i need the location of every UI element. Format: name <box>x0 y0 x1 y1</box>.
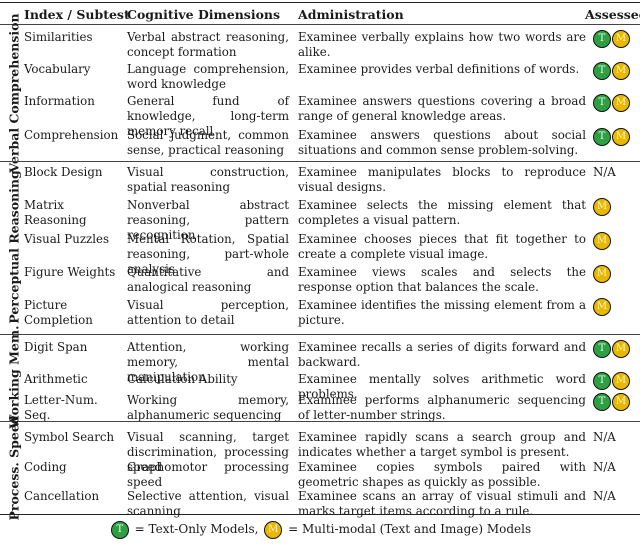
multimodal-badge-icon: M <box>612 128 630 146</box>
subtest-cell: Vocabulary <box>24 62 91 76</box>
text-only-badge-icon: T <box>593 30 611 48</box>
text-only-badge-icon: T <box>593 62 611 80</box>
multimodal-badge-icon: M <box>612 62 630 80</box>
text-only-badge-icon: T <box>593 128 611 146</box>
dimensions-cell: Social judgment, common sense, practical… <box>127 128 289 157</box>
dimensions-cell: Graphomotor processing speed <box>127 460 289 489</box>
text-only-badge-icon: T <box>593 340 611 358</box>
group-label-text: Verbal Comprehension <box>6 13 22 173</box>
multimodal-badge-icon: M <box>612 94 630 112</box>
administration-cell: Examinee identifies the missing element … <box>298 298 586 327</box>
subtest-cell: Digit Span <box>24 340 88 354</box>
group-divider-rule <box>0 421 640 422</box>
administration-cell: Examinee answers questions covering a br… <box>298 94 586 123</box>
table-top-rule <box>0 2 640 3</box>
subtest-cell: Coding <box>24 460 67 474</box>
administration-cell: Examinee rapidly scans a search group an… <box>298 430 586 459</box>
multimodal-badge-icon: M <box>593 298 611 316</box>
dimensions-cell: Visual perception, attention to detail <box>127 298 289 327</box>
subtest-cell: Visual Puzzles <box>24 232 110 246</box>
header-index-subtest: Index / Subtest <box>24 7 130 22</box>
subtest-cell: Cancellation <box>24 489 100 503</box>
not-applicable-label: N/A <box>593 165 616 179</box>
not-applicable-label: N/A <box>593 460 616 474</box>
group-label-text: Working Mem. <box>6 325 22 429</box>
administration-cell: Examinee performs alphanumeric sequencin… <box>298 393 586 422</box>
text-only-badge-icon: T <box>110 520 129 539</box>
administration-cell: Examinee answers questions about social … <box>298 128 586 157</box>
multimodal-badge-icon: M <box>612 393 630 411</box>
assessed-cell: M <box>593 198 639 216</box>
text-only-badge-icon: T <box>593 393 611 411</box>
legend-multimodal: = Multi-modal (Text and Image) Models <box>288 522 532 536</box>
group-divider-rule <box>0 334 640 335</box>
multimodal-badge-icon: M <box>593 265 611 283</box>
assessed-cell: M <box>593 265 639 283</box>
dimensions-cell: Working memory, alphanumeric sequencing <box>127 393 289 422</box>
not-applicable-label: N/A <box>593 489 616 503</box>
multimodal-badge-icon: M <box>612 340 630 358</box>
administration-cell: Examinee views scales and selects the re… <box>298 265 586 294</box>
administration-cell: Examinee verbally explains how two words… <box>298 30 586 59</box>
header-administration: Administration <box>298 7 404 22</box>
group-divider-rule <box>0 161 640 162</box>
assessed-cell: N/A <box>593 165 639 180</box>
assessed-cell: N/A <box>593 430 639 445</box>
assessed-cell: TM <box>593 128 639 146</box>
administration-cell: Examinee selects the missing element tha… <box>298 198 586 227</box>
administration-cell: Examinee recalls a series of digits forw… <box>298 340 586 369</box>
assessed-cell: N/A <box>593 489 639 504</box>
multimodal-badge-icon: M <box>612 372 630 390</box>
subtest-cell: Similarities <box>24 30 93 44</box>
assessed-cell: TM <box>593 30 639 48</box>
administration-cell: Examinee chooses pieces that fit togethe… <box>298 232 586 261</box>
legend: T = Text-Only Models, M = Multi-modal (T… <box>0 520 640 539</box>
multimodal-badge-icon: M <box>593 232 611 250</box>
multimodal-badge-icon: M <box>593 198 611 216</box>
subtest-cell: Letter-Num. Seq. <box>24 393 98 422</box>
administration-cell: Examinee copies symbols paired with geom… <box>298 460 586 489</box>
administration-cell: Examinee manipulates blocks to reproduce… <box>298 165 586 194</box>
assessed-cell: TM <box>593 372 639 390</box>
assessed-cell: M <box>593 298 639 316</box>
header-rule <box>0 24 640 25</box>
assessed-cell: TM <box>593 340 639 358</box>
dimensions-cell: Quantitative and analogical reasoning <box>127 265 289 294</box>
multimodal-badge-icon: M <box>612 30 630 48</box>
assessed-cell: TM <box>593 94 639 112</box>
group-label-text: Process. Speed <box>6 415 22 521</box>
legend-text-only: = Text-Only Models, <box>134 522 259 536</box>
table-bottom-rule <box>0 514 640 515</box>
subtest-cell: Arithmetic <box>24 372 88 386</box>
assessed-cell: N/A <box>593 460 639 475</box>
dimensions-cell: Verbal abstract reasoning, concept forma… <box>127 30 289 59</box>
not-applicable-label: N/A <box>593 430 616 444</box>
subtest-cell: Figure Weights <box>24 265 116 279</box>
assessed-cell: M <box>593 232 639 250</box>
dimensions-cell: Visual construction, spatial reasoning <box>127 165 289 194</box>
subtest-cell: Comprehension <box>24 128 119 142</box>
table-header: Index / Subtest Cognitive Dimensions Adm… <box>0 4 640 24</box>
dimensions-cell: Language comprehension, word knowledge <box>127 62 289 91</box>
subtest-cell: Symbol Search <box>24 430 115 444</box>
text-only-badge-icon: T <box>593 372 611 390</box>
dimensions-cell: Calculation Ability <box>127 372 238 386</box>
administration-cell: Examinee provides verbal definitions of … <box>298 62 580 76</box>
text-only-badge-icon: T <box>593 94 611 112</box>
header-cognitive-dimensions: Cognitive Dimensions <box>127 7 281 22</box>
multimodal-badge-icon: M <box>264 520 283 539</box>
subtest-cell: Matrix Reasoning <box>24 198 87 227</box>
subtest-cell: Block Design <box>24 165 103 179</box>
header-assessed: Assessed <box>585 7 640 22</box>
group-label-text: Perceptual Reasoning <box>6 170 22 324</box>
subtest-cell: Information <box>24 94 95 108</box>
assessed-cell: TM <box>593 62 639 80</box>
assessed-cell: TM <box>593 393 639 411</box>
subtest-cell: Picture Completion <box>24 298 93 327</box>
